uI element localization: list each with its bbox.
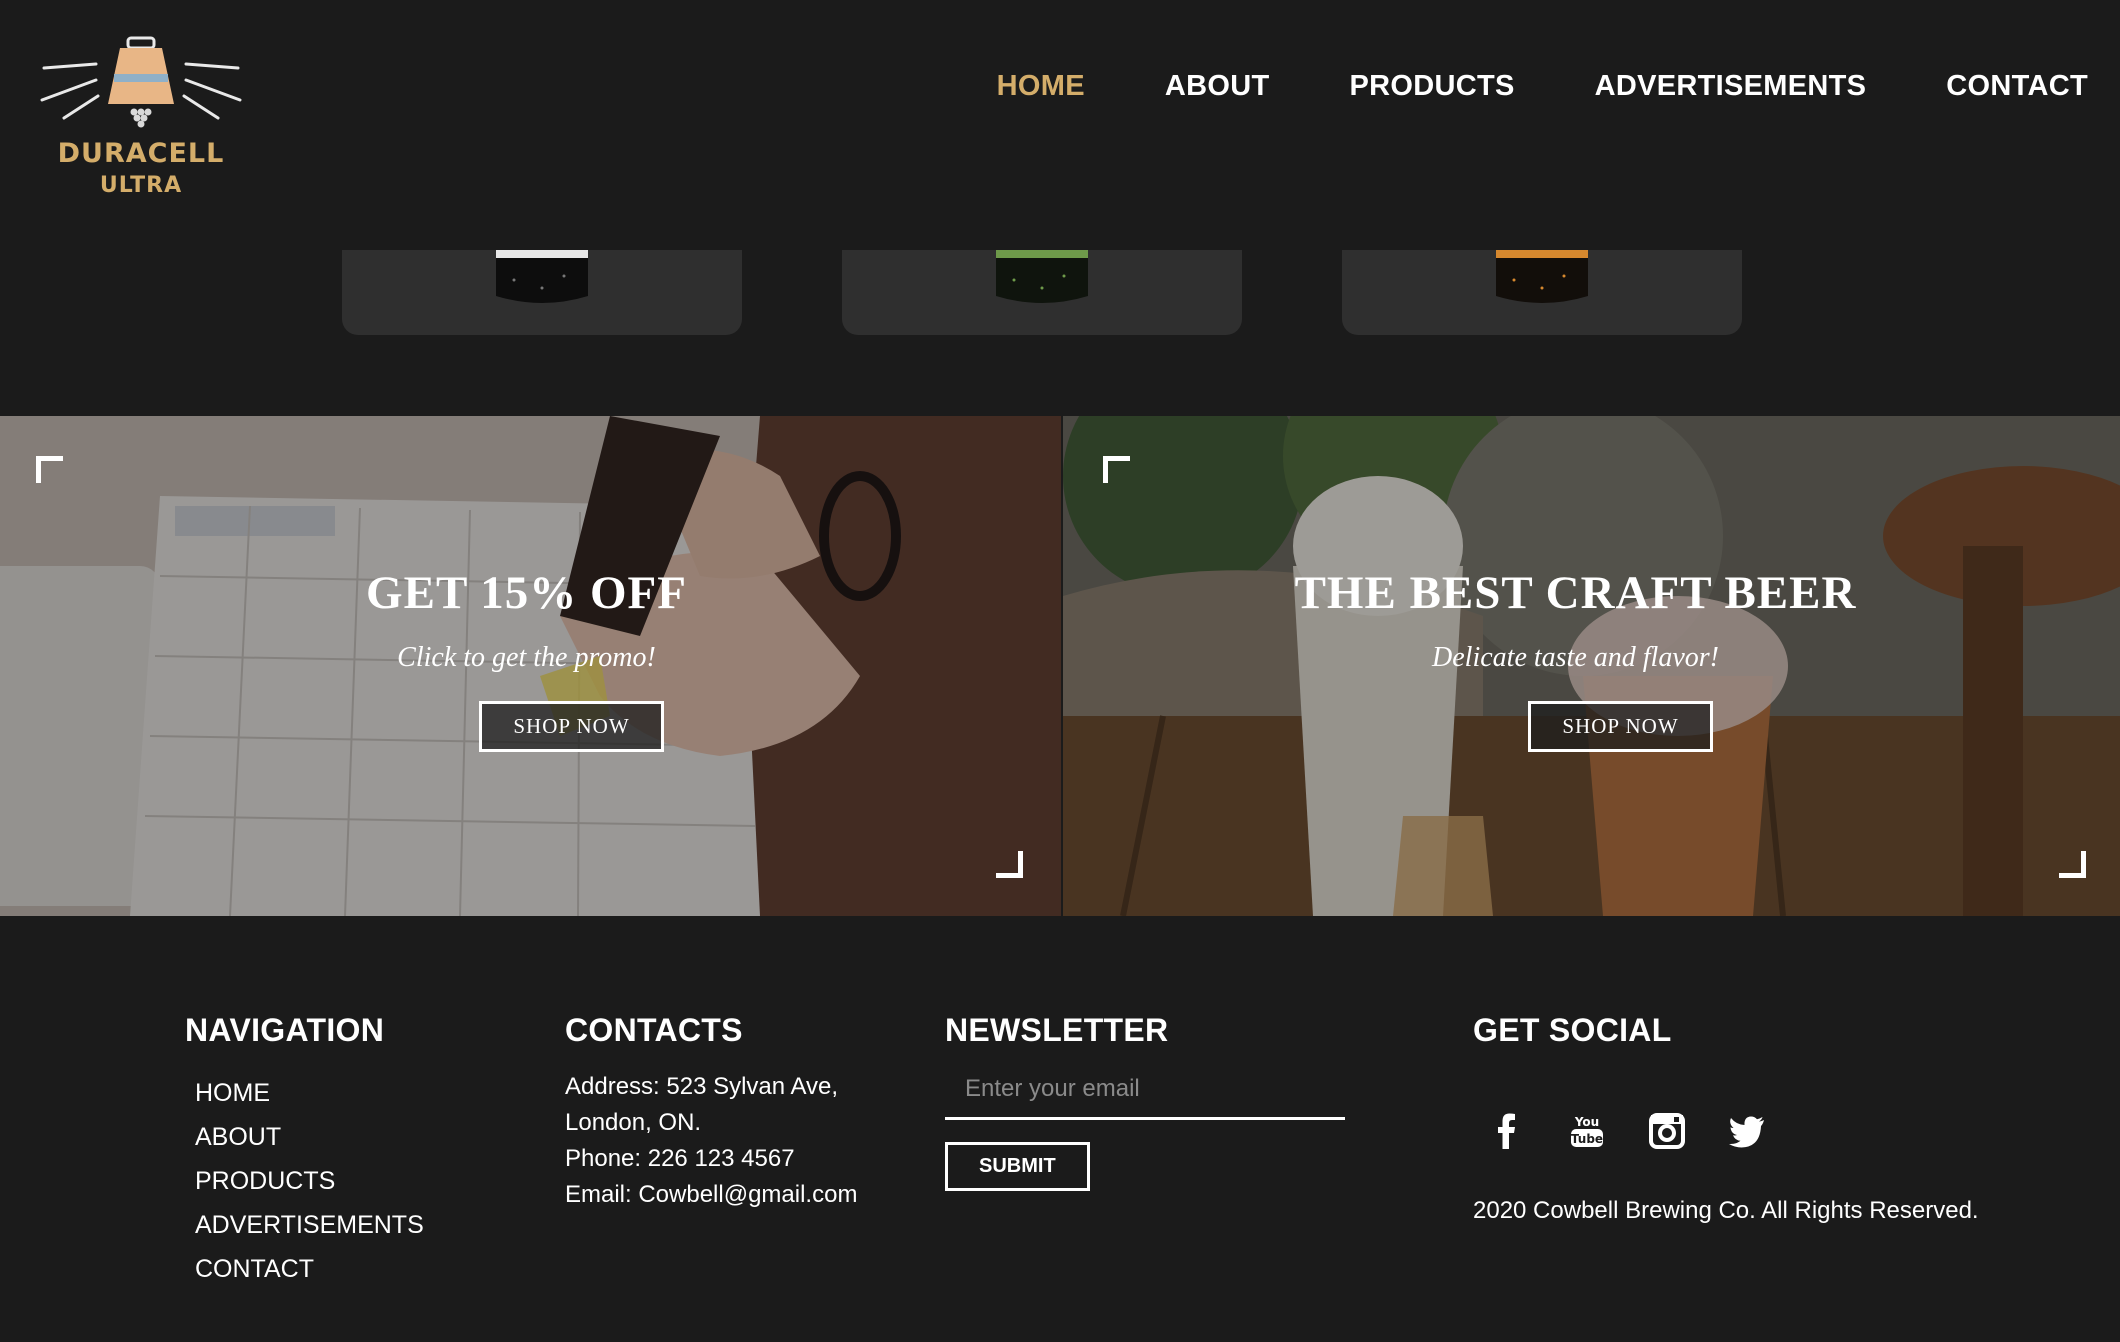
footer-link-contact[interactable]: CONTACT [195,1247,424,1291]
footer-navigation: NAVIGATION HOME ABOUT PRODUCTS ADVERTISE… [185,1012,424,1291]
instagram-icon[interactable] [1647,1111,1687,1151]
svg-text:Tube: Tube [1571,1132,1603,1146]
footer-heading: CONTACTS [565,1012,743,1048]
contact-address-line2: London, ON. [565,1109,702,1136]
promo-banner-craft-beer[interactable]: THE BEST CRAFT BEER Delicate taste and f… [1063,416,2120,916]
nav-advertisements[interactable]: ADVERTISEMENTS [1595,70,1867,103]
footer-heading: NAVIGATION [185,1012,385,1048]
promo-banner-discount[interactable]: GET 15% OFF Click to get the promo! SHOP… [0,416,1061,916]
footer-link-products[interactable]: PRODUCTS [195,1159,424,1203]
twitter-icon[interactable] [1727,1111,1767,1151]
brand-logo[interactable]: DURACELL ULTRA [34,30,248,210]
contact-address-line1: Address: 523 Sylvan Ave, [565,1073,839,1100]
shop-now-button[interactable]: SHOP NOW [1528,701,1713,752]
product-card[interactable] [842,250,1242,335]
footer-link-advertisements[interactable]: ADVERTISEMENTS [195,1203,424,1247]
facebook-icon[interactable] [1487,1111,1527,1151]
main-nav: HOME ABOUT PRODUCTS ADVERTISEMENTS CONTA… [997,70,2088,103]
copyright-text: 2020 Cowbell Brewing Co. All Rights Rese… [1473,1197,1979,1224]
footer-link-home[interactable]: HOME [195,1071,424,1115]
footer-newsletter: NEWSLETTER SUBMIT [945,1012,1345,1191]
product-card[interactable] [342,250,742,335]
footer-heading: NEWSLETTER [945,1012,1169,1048]
footer-contacts: CONTACTS Address: 523 Sylvan Ave, London… [565,1012,857,1213]
beer-can-icon [996,250,1088,303]
beer-can-icon [1496,250,1588,303]
product-card[interactable] [1342,250,1742,335]
footer-social: GET SOCIAL You Tube 2020 Cowbell Brewing… [1473,1012,1979,1225]
frame-corner [36,456,63,483]
nav-contact[interactable]: CONTACT [1946,70,2088,103]
svg-text:You: You [1574,1115,1599,1129]
cowbell-logo-icon: DURACELL ULTRA [40,36,242,198]
newsletter-email-input[interactable] [945,1069,1345,1120]
newsletter-submit-button[interactable]: SUBMIT [945,1142,1090,1191]
promo-subtitle: Delicate taste and flavor! [1432,642,1719,673]
beer-can-icon [496,250,588,303]
svg-text:DURACELL: DURACELL [58,138,225,169]
promo-title: GET 15% OFF [366,567,687,619]
frame-corner [1103,456,1130,483]
nav-about[interactable]: ABOUT [1165,70,1270,103]
promo-title: THE BEST CRAFT BEER [1294,567,1857,619]
footer-link-about[interactable]: ABOUT [195,1115,424,1159]
footer-heading: GET SOCIAL [1473,1012,1672,1048]
promo-subtitle: Click to get the promo! [397,642,656,673]
frame-corner [2059,851,2086,878]
contact-phone: Phone: 226 123 4567 [565,1145,795,1172]
nav-products[interactable]: PRODUCTS [1349,70,1514,103]
frame-corner [996,851,1023,878]
nav-home[interactable]: HOME [997,70,1085,103]
youtube-icon[interactable]: You Tube [1567,1111,1607,1151]
shop-now-button[interactable]: SHOP NOW [479,701,664,752]
svg-text:ULTRA: ULTRA [100,173,182,198]
contact-email: Email: Cowbell@gmail.com [565,1181,858,1208]
